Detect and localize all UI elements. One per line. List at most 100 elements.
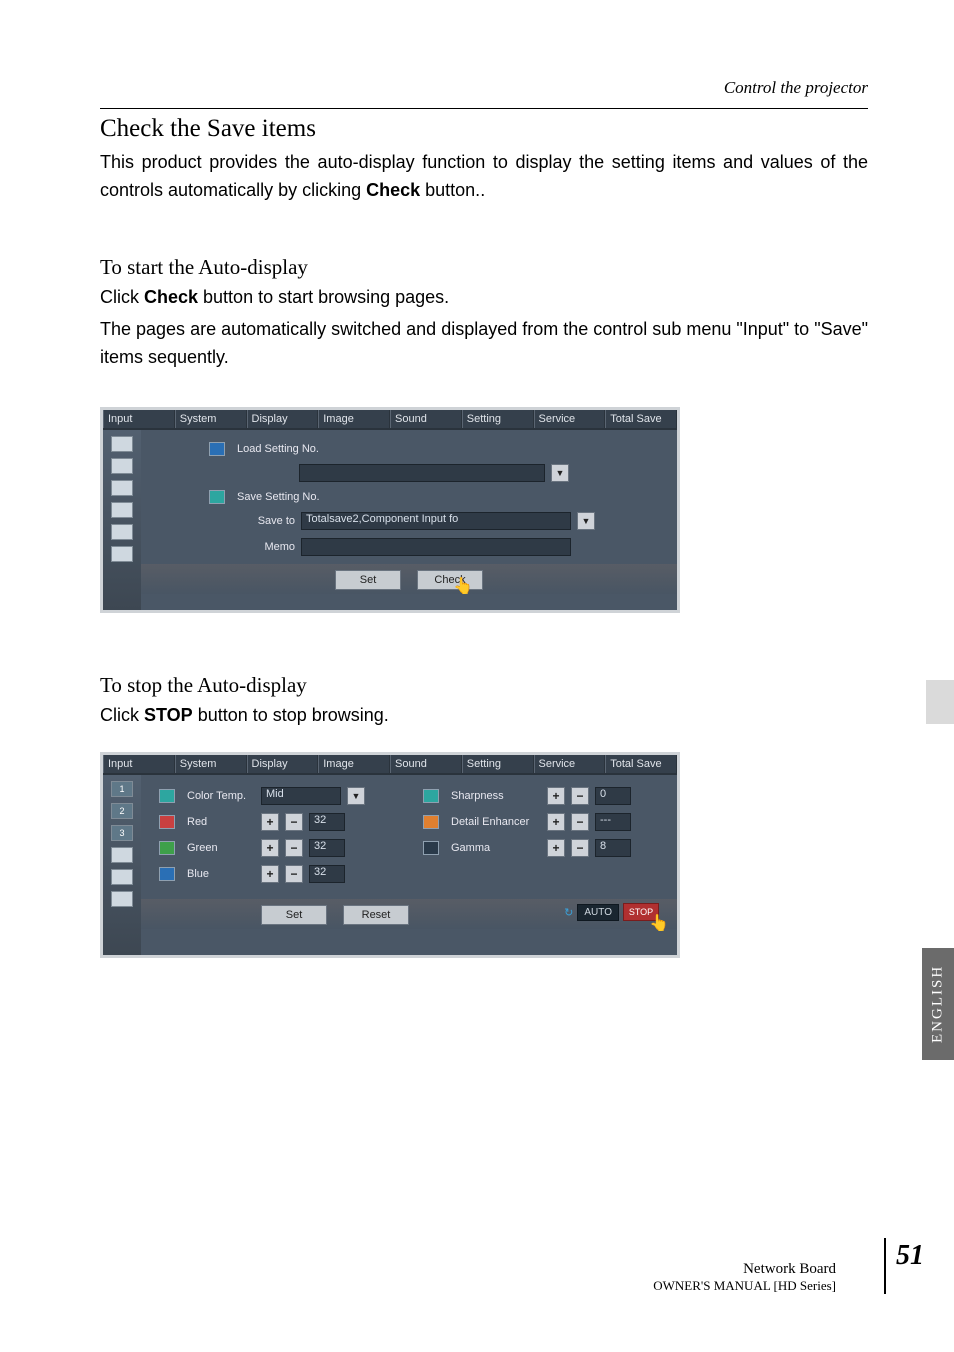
- tab-sound[interactable]: Sound: [390, 410, 462, 428]
- gamma-value[interactable]: 8: [595, 839, 631, 857]
- red-value[interactable]: 32: [309, 813, 345, 831]
- thumb[interactable]: [111, 458, 133, 474]
- check-button[interactable]: Check: [417, 570, 483, 590]
- memo-input[interactable]: [301, 538, 571, 556]
- green-icon: [159, 841, 175, 855]
- header-section: Control the projector: [100, 78, 868, 98]
- plus-button[interactable]: +: [547, 839, 565, 857]
- stop-button[interactable]: STOP: [623, 903, 659, 921]
- tab-setting[interactable]: Setting: [462, 410, 534, 428]
- tab-input[interactable]: Input: [103, 410, 175, 428]
- chevron-down-icon[interactable]: ▼: [347, 787, 365, 805]
- green-value[interactable]: 32: [309, 839, 345, 857]
- thumb[interactable]: [111, 869, 133, 885]
- minus-button[interactable]: −: [571, 839, 589, 857]
- tab-setting[interactable]: Setting: [462, 755, 534, 773]
- footer-line1: Network Board: [653, 1261, 836, 1278]
- section1-para: This product provides the auto-display f…: [100, 149, 868, 205]
- detail-icon: [423, 815, 439, 829]
- plus-button[interactable]: +: [261, 865, 279, 883]
- sharpness-icon: [423, 789, 439, 803]
- blue-icon: [159, 867, 175, 881]
- section1-title: Check the Save items: [100, 115, 868, 143]
- thumb[interactable]: [111, 891, 133, 907]
- set-button[interactable]: Set: [335, 570, 401, 590]
- minus-button[interactable]: −: [285, 839, 303, 857]
- red-label: Red: [187, 816, 255, 828]
- thumb[interactable]: [111, 480, 133, 496]
- section2-line1: Click Check button to start browsing pag…: [100, 284, 868, 312]
- osd2-left-thumbs: 1 2 3: [103, 775, 141, 955]
- section3-line1: Click STOP button to stop browsing.: [100, 702, 868, 730]
- tab-service[interactable]: Service: [534, 410, 606, 428]
- header-rule: [100, 108, 868, 109]
- tab-system[interactable]: System: [175, 755, 247, 773]
- osd2-tabs: Input System Display Image Sound Setting…: [103, 755, 677, 775]
- load-label: Load Setting No.: [237, 443, 329, 455]
- minus-button[interactable]: −: [285, 865, 303, 883]
- plus-button[interactable]: +: [547, 813, 565, 831]
- colortemp-dropdown[interactable]: Mid: [261, 787, 341, 805]
- minus-button[interactable]: −: [571, 813, 589, 831]
- sharpness-value[interactable]: 0: [595, 787, 631, 805]
- auto-label: AUTO: [577, 904, 619, 921]
- section3-title: To stop the Auto-display: [100, 673, 868, 698]
- tab-image[interactable]: Image: [318, 755, 390, 773]
- tab-totalsave[interactable]: Total Save: [605, 410, 677, 428]
- footer-line2: OWNER'S MANUAL [HD Series]: [653, 1278, 836, 1294]
- osd-tabs: Input System Display Image Sound Setting…: [103, 410, 677, 430]
- colortemp-label: Color Temp.: [187, 790, 255, 802]
- colortemp-icon: [159, 789, 175, 803]
- page-edge-tab: [926, 680, 954, 724]
- saveto-dropdown[interactable]: Totalsave2,Component Input fo: [301, 512, 571, 530]
- gamma-icon: [423, 841, 439, 855]
- tab-service[interactable]: Service: [534, 755, 606, 773]
- detail-value[interactable]: ---: [595, 813, 631, 831]
- tab-totalsave[interactable]: Total Save: [605, 755, 677, 773]
- section3-line1b: STOP: [144, 705, 193, 725]
- thumb-1[interactable]: 1: [111, 781, 133, 797]
- gamma-label: Gamma: [451, 842, 541, 854]
- tab-sound[interactable]: Sound: [390, 755, 462, 773]
- set-button[interactable]: Set: [261, 905, 327, 925]
- minus-button[interactable]: −: [571, 787, 589, 805]
- save-label: Save Setting No.: [237, 491, 329, 503]
- save-icon: [209, 490, 225, 504]
- section2-title: To start the Auto-display: [100, 255, 868, 280]
- osd-panel-image: Input System Display Image Sound Setting…: [100, 752, 680, 958]
- load-dropdown[interactable]: [299, 464, 545, 482]
- thumb[interactable]: [111, 524, 133, 540]
- tab-image[interactable]: Image: [318, 410, 390, 428]
- green-label: Green: [187, 842, 255, 854]
- red-icon: [159, 815, 175, 829]
- thumb[interactable]: [111, 436, 133, 452]
- thumb[interactable]: [111, 502, 133, 518]
- tab-display[interactable]: Display: [247, 755, 319, 773]
- thumb-2[interactable]: 2: [111, 803, 133, 819]
- page-number: 51: [884, 1238, 924, 1294]
- tab-input[interactable]: Input: [103, 755, 175, 773]
- thumb-3[interactable]: 3: [111, 825, 133, 841]
- language-tab: ENGLISH: [922, 948, 954, 1060]
- section3-line1a: Click: [100, 705, 144, 725]
- section2-line1a: Click: [100, 287, 144, 307]
- chevron-down-icon[interactable]: ▼: [577, 512, 595, 530]
- tab-display[interactable]: Display: [247, 410, 319, 428]
- osd-panel-save: Input System Display Image Sound Setting…: [100, 407, 680, 613]
- reset-button[interactable]: Reset: [343, 905, 409, 925]
- sharpness-label: Sharpness: [451, 790, 541, 802]
- plus-button[interactable]: +: [261, 813, 279, 831]
- plus-button[interactable]: +: [261, 839, 279, 857]
- section2-line1c: button to start browsing pages.: [198, 287, 449, 307]
- load-icon: [209, 442, 225, 456]
- section1-para-b: button..: [420, 180, 485, 200]
- minus-button[interactable]: −: [285, 813, 303, 831]
- thumb[interactable]: [111, 546, 133, 562]
- tab-system[interactable]: System: [175, 410, 247, 428]
- section1-bold: Check: [366, 180, 420, 200]
- thumb[interactable]: [111, 847, 133, 863]
- blue-value[interactable]: 32: [309, 865, 345, 883]
- refresh-icon: ↻: [564, 906, 573, 919]
- plus-button[interactable]: +: [547, 787, 565, 805]
- chevron-down-icon[interactable]: ▼: [551, 464, 569, 482]
